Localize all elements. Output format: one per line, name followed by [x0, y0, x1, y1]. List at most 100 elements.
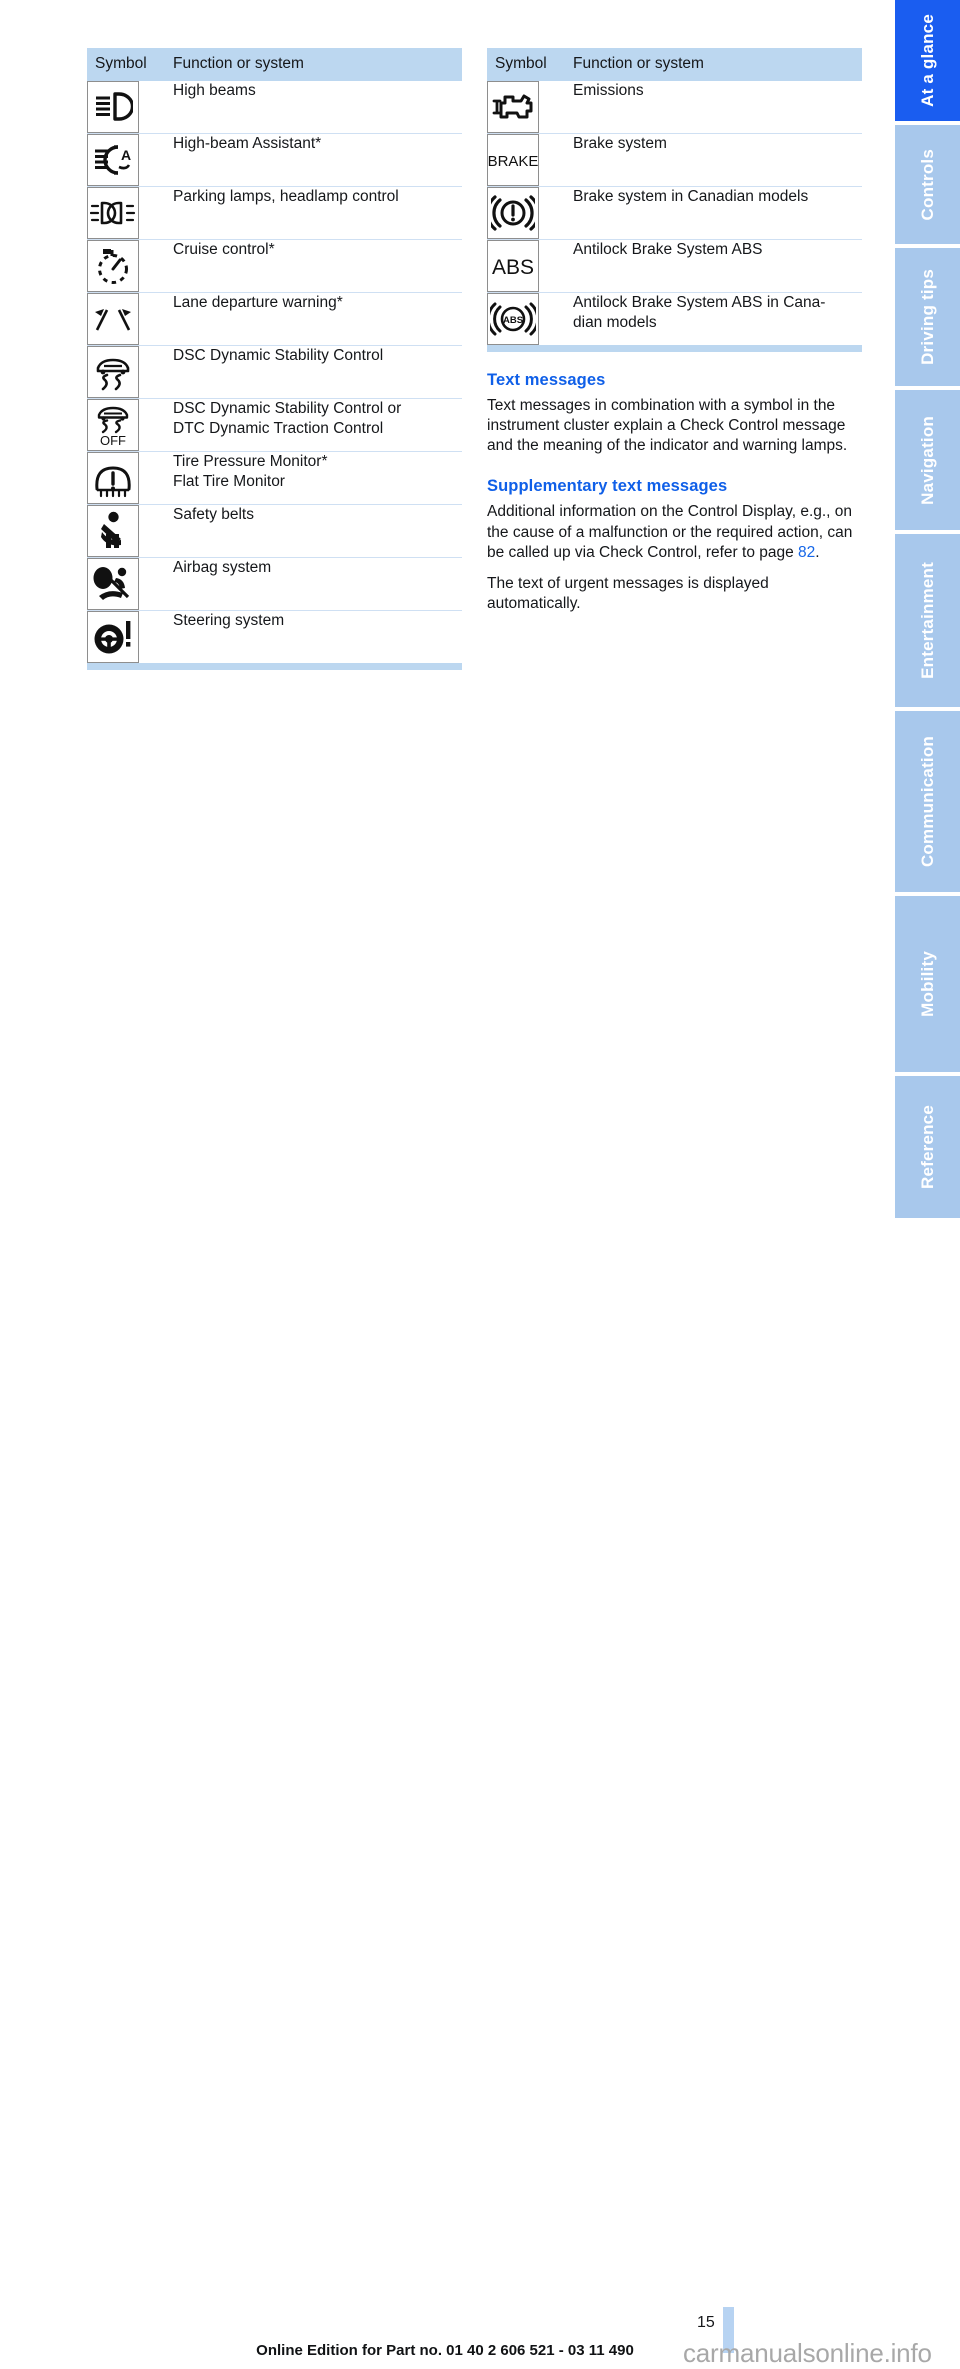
function-cell: Brake system in Canadian models: [573, 186, 862, 240]
symbol-cell: ABS: [487, 239, 573, 293]
symbol-table-right: Symbol Function or system Emissions BRAK…: [487, 48, 862, 345]
page-reference-link[interactable]: 82: [798, 544, 815, 561]
function-cell: DSC Dynamic Stability Control: [173, 345, 462, 399]
function-text-line: dian models: [573, 313, 657, 331]
table-header-row: Symbol Function or system: [487, 48, 862, 81]
nav-tab-label: Entertainment: [917, 562, 937, 679]
table-header-row: Symbol Function or system: [87, 48, 462, 81]
symbol-cell: BRAKE: [487, 133, 573, 187]
nav-tab-label: Driving tips: [917, 269, 937, 365]
column-header-function: Function or system: [573, 55, 704, 72]
symbol-cell: [87, 345, 173, 399]
paragraph-supplementary: Additional information on the Control Di…: [487, 502, 862, 562]
svg-text:BRAKE: BRAKE: [488, 153, 538, 170]
function-cell: Steering system: [173, 611, 462, 664]
function-text-line: Tire Pressure Monitor*: [173, 453, 328, 470]
symbol-cell: ABS: [487, 293, 573, 345]
safety-belts-icon: [87, 505, 139, 557]
table-body: Emissions BRAKE Brake system Brake syste…: [487, 81, 862, 345]
heading-text-messages: Text messages: [487, 371, 606, 389]
symbol-cell: [487, 186, 573, 240]
text-messages-section: Text messages Text messages in combinati…: [487, 371, 862, 614]
symbol-cell: [87, 81, 173, 134]
function-text-line: Flat Tire Monitor: [173, 472, 285, 490]
table-row: Steering system: [87, 611, 462, 664]
function-text-line: Cruise control*: [173, 241, 275, 258]
function-text-line: Lane departure warning*: [173, 294, 343, 311]
table-row: Cruise control*: [87, 239, 462, 293]
symbol-cell: [87, 239, 173, 293]
nav-tab-entertainment[interactable]: Entertainment: [895, 534, 960, 711]
nav-tab-mobility[interactable]: Mobility: [895, 896, 960, 1076]
table-row: Parking lamps, headlamp control: [87, 186, 462, 240]
table-row: Tire Pressure Monitor* Flat Tire Monitor: [87, 451, 462, 505]
lane-departure-warning-icon: [87, 293, 139, 345]
nav-tab-driving-tips[interactable]: Driving tips: [895, 248, 960, 390]
function-text-line: Brake system in Canadian models: [573, 188, 809, 205]
tire-pressure-monitor-icon: [87, 452, 139, 504]
svg-text:ABS: ABS: [492, 256, 534, 279]
nav-tab-communication[interactable]: Communication: [895, 711, 960, 896]
function-cell: DSC Dynamic Stability Control or DTC Dyna…: [173, 398, 462, 452]
svg-text:OFF: OFF: [100, 433, 126, 448]
table-bottom-band: [87, 663, 462, 670]
function-cell: Tire Pressure Monitor* Flat Tire Monitor: [173, 451, 462, 505]
nav-tab-label: Mobility: [917, 951, 937, 1017]
paragraph-supplementary-after: .: [815, 543, 820, 561]
symbol-cell: [87, 611, 173, 663]
function-text-line: Airbag system: [173, 559, 272, 576]
nav-tab-controls[interactable]: Controls: [895, 125, 960, 248]
function-cell: Airbag system: [173, 557, 462, 611]
function-text-line: DTC Dynamic Traction Control: [173, 419, 384, 437]
right-column: Symbol Function or system Emissions BRAK…: [487, 48, 862, 614]
function-cell: Antilock Brake System ABS in Cana-dian m…: [573, 293, 862, 346]
paragraph-urgent-messages: The text of urgent messages is displayed…: [487, 574, 769, 612]
function-cell: High beams: [173, 81, 462, 134]
function-text-line: Steering system: [173, 612, 285, 629]
function-text-line: Antilock Brake System ABS in Cana-: [573, 294, 826, 311]
function-text-line: DSC Dynamic Stability Control: [173, 347, 384, 364]
symbol-cell: OFF: [87, 398, 173, 452]
function-text-line: DSC Dynamic Stability Control or: [173, 400, 402, 417]
function-cell: Antilock Brake System ABS: [573, 239, 862, 293]
function-cell: Safety belts: [173, 504, 462, 558]
table-body: High beams A High-beam Assistant* Parkin…: [87, 81, 462, 663]
function-text-line: Antilock Brake System ABS: [573, 241, 763, 258]
function-text-line: Brake system: [573, 135, 667, 152]
page-number: 15: [697, 2314, 715, 2331]
manual-page: At a glance Controls Driving tips Navigatio…: [0, 0, 960, 2368]
table-row: Brake system in Canadian models: [487, 186, 862, 240]
table-row: BRAKE Brake system: [487, 133, 862, 187]
function-cell: Cruise control*: [173, 239, 462, 293]
paragraph-text-messages: Text messages in combination with a symb…: [487, 397, 848, 455]
function-cell: Lane departure warning*: [173, 292, 462, 346]
left-column: Symbol Function or system High beams A H…: [87, 48, 462, 670]
nav-tab-label: Communication: [917, 735, 937, 868]
nav-tab-at-a-glance[interactable]: At a glance: [895, 0, 960, 125]
column-header-function: Function or system: [173, 55, 304, 72]
function-text-line: Parking lamps, headlamp control: [173, 188, 399, 205]
cruise-control-icon: [87, 240, 139, 292]
table-row: ABS Antilock Brake System ABS in Cana-di…: [487, 293, 862, 346]
nav-tab-label: Navigation: [917, 415, 937, 505]
table-row: A High-beam Assistant*: [87, 133, 462, 187]
nav-tab-navigation[interactable]: Navigation: [895, 390, 960, 534]
nav-tab-label: At a glance: [917, 14, 937, 107]
dsc-icon: [87, 346, 139, 398]
table-row: High beams: [87, 81, 462, 134]
symbol-table-left: Symbol Function or system High beams A H…: [87, 48, 462, 663]
watermark-text: carmanualsonline.info: [683, 2338, 932, 2368]
high-beam-assistant-icon: A: [87, 134, 139, 186]
symbol-cell: [87, 504, 173, 558]
function-text-line: Safety belts: [173, 506, 254, 523]
symbol-cell: A: [87, 133, 173, 187]
column-header-symbol: Symbol: [95, 55, 147, 72]
function-cell: High-beam Assistant*: [173, 133, 462, 187]
table-row: Emissions: [487, 81, 862, 134]
column-header-symbol: Symbol: [495, 55, 547, 72]
dsc-off-icon: OFF: [87, 399, 139, 451]
abs-canadian-icon: ABS: [487, 293, 539, 345]
table-bottom-band: [487, 345, 862, 352]
parking-lamps-icon: [87, 187, 139, 239]
emissions-icon: [487, 81, 539, 133]
